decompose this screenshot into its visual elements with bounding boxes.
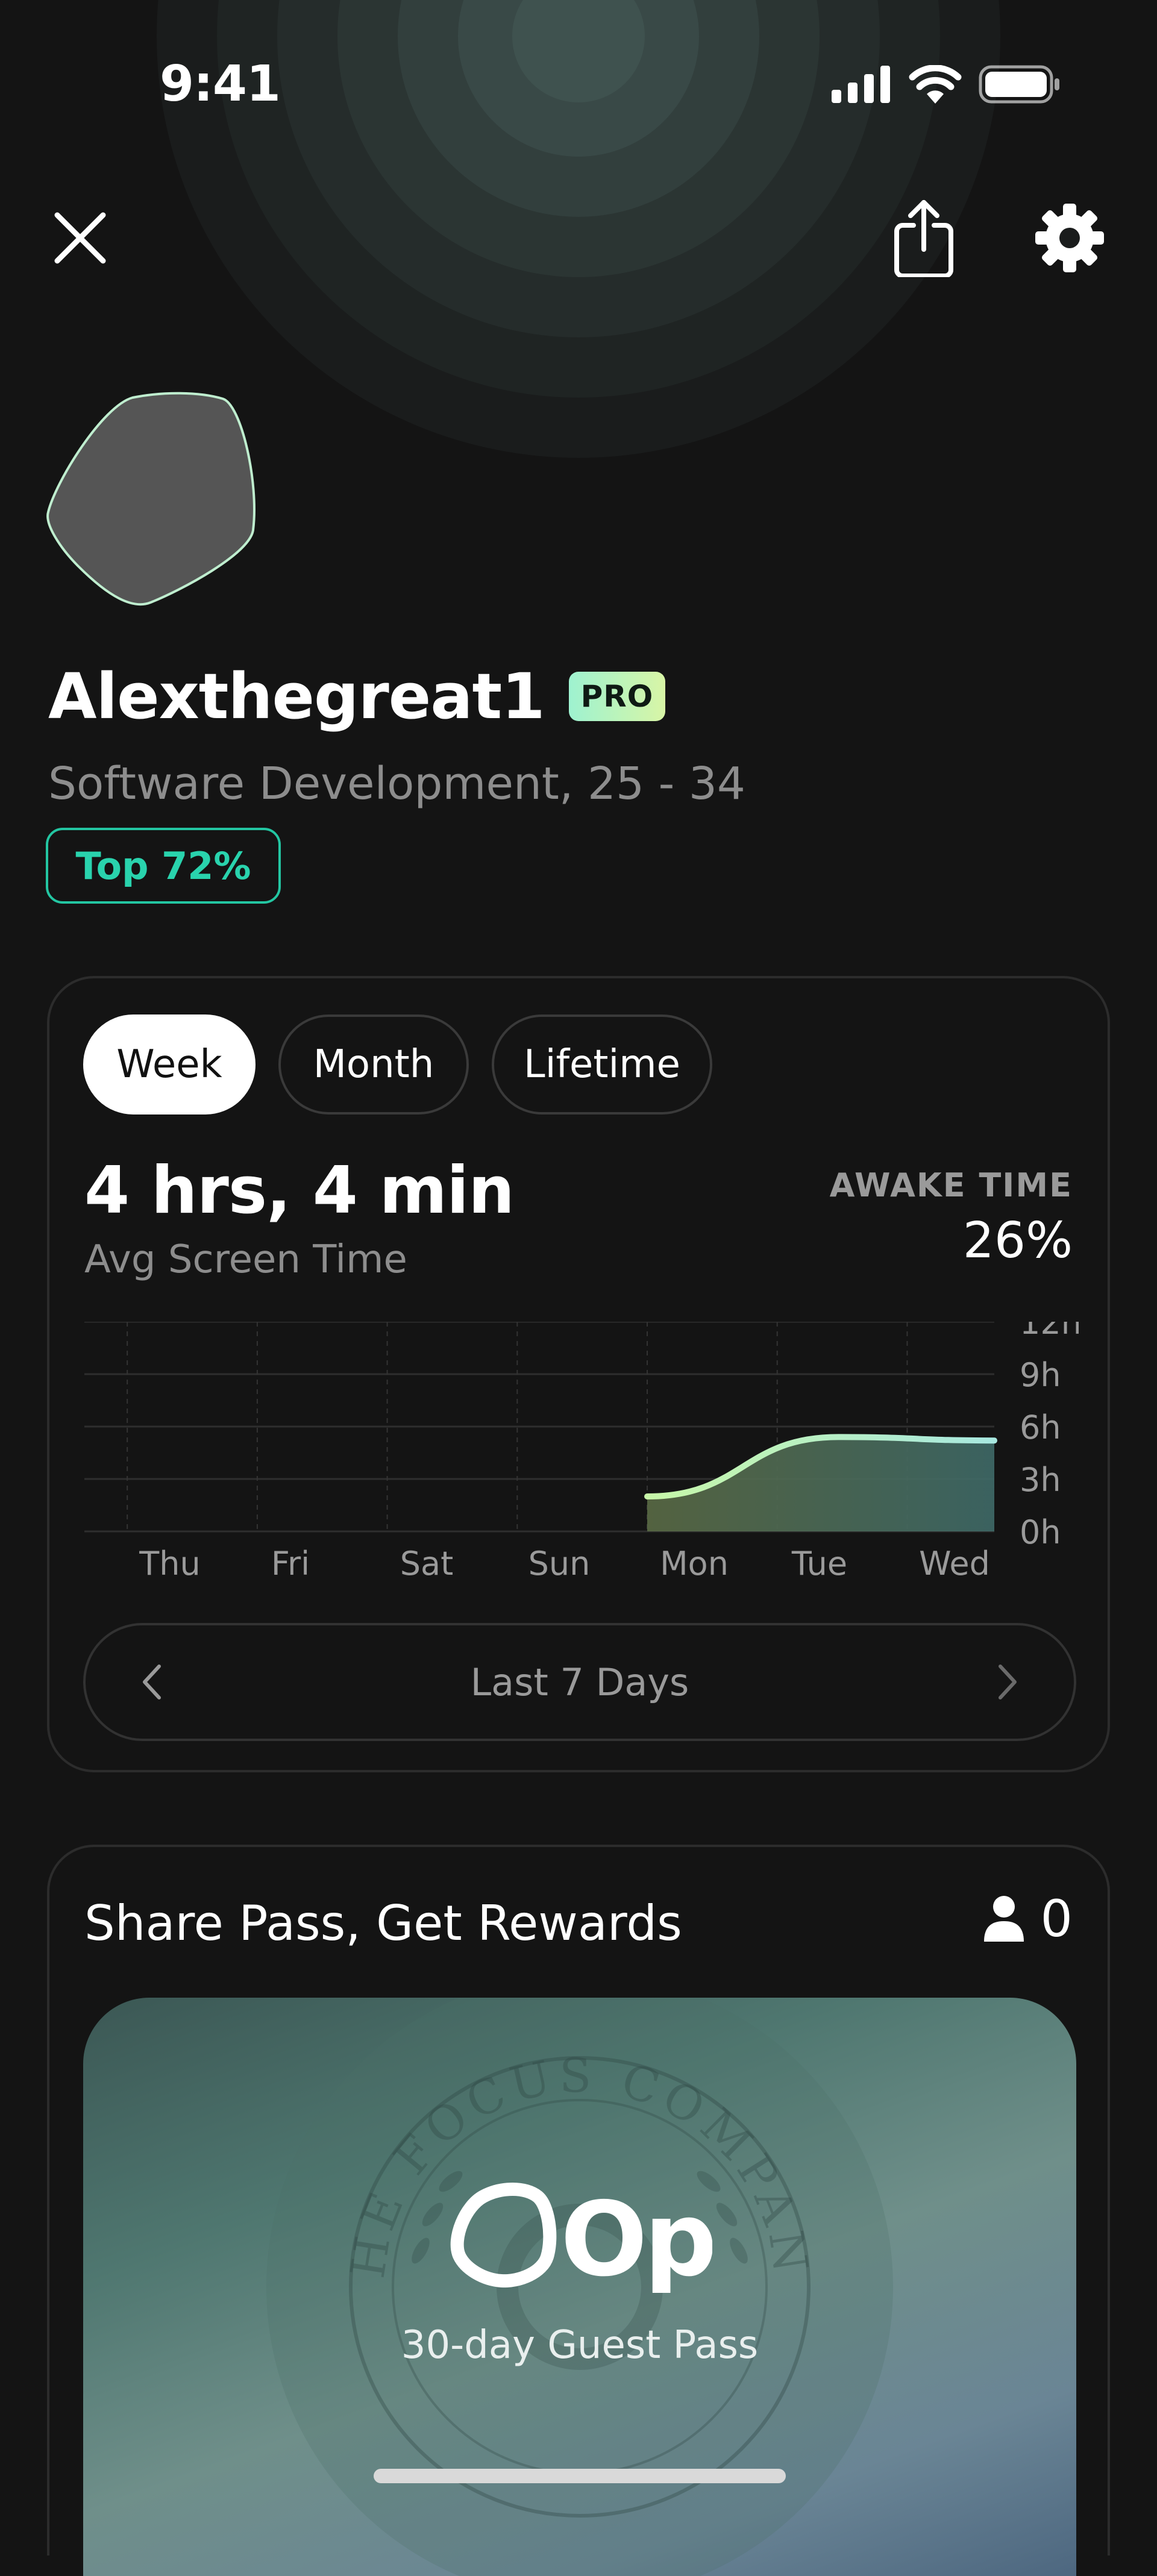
tab-week[interactable]: Week — [83, 1014, 256, 1114]
profile-subtitle: Software Development, 25 - 34 — [48, 758, 746, 810]
y-tick-label: 9h — [1020, 1356, 1061, 1394]
person-icon — [983, 1896, 1024, 1942]
share-button[interactable] — [885, 199, 963, 277]
avatar[interactable] — [42, 386, 265, 608]
referral-count[interactable]: 0 — [983, 1889, 1073, 1948]
x-tick-label: Tue — [791, 1545, 847, 1583]
guest-pass-card[interactable]: THE FOCUS COMPANY Opal 30-day Guest Pass — [83, 1998, 1076, 2576]
cellular-signal-icon — [832, 66, 890, 103]
x-tick-label: Sat — [400, 1545, 454, 1583]
rewards-title: Share Pass, Get Rewards — [84, 1895, 682, 1951]
y-tick-label: 3h — [1020, 1461, 1061, 1499]
tab-lifetime[interactable]: Lifetime — [492, 1014, 712, 1114]
referral-count-value: 0 — [1040, 1889, 1073, 1948]
screen-time-card: Week Month Lifetime 4 hrs, 4 min Avg Scr… — [47, 976, 1110, 1772]
gear-icon — [1035, 204, 1104, 272]
date-range-selector: Last 7 Days — [83, 1623, 1076, 1741]
date-range-label: Last 7 Days — [470, 1660, 689, 1704]
battery-icon — [979, 65, 1059, 104]
x-tick-label: Mon — [660, 1545, 729, 1583]
series-area — [647, 1437, 994, 1531]
chevron-right-icon[interactable] — [996, 1663, 1020, 1701]
opal-logo-text: Opal — [560, 2180, 712, 2293]
x-tick-label: Fri — [271, 1545, 310, 1583]
chevron-left-icon[interactable] — [140, 1663, 164, 1701]
awake-time-label: AWAKE TIME — [829, 1166, 1073, 1204]
tab-month[interactable]: Month — [278, 1014, 469, 1114]
wifi-icon — [909, 65, 962, 104]
rank-badge[interactable]: Top 72% — [46, 828, 281, 904]
close-button[interactable] — [41, 199, 119, 277]
x-tick-label: Thu — [139, 1545, 200, 1583]
opal-logo: Opal — [83, 2178, 1076, 2299]
status-icons — [832, 65, 1061, 104]
y-tick-label: 0h — [1020, 1513, 1061, 1551]
close-icon — [54, 212, 106, 264]
username-row: Alexthegreat1 PRO — [48, 660, 666, 733]
y-tick-label: 12h — [1020, 1322, 1079, 1342]
avg-screen-time-label: Avg Screen Time — [84, 1237, 407, 1282]
guest-pass-subtitle: 30-day Guest Pass — [401, 2323, 759, 2368]
rewards-card: Share Pass, Get Rewards 0 THE FOCUS COMP… — [47, 1845, 1110, 2576]
awake-time-value: 26% — [962, 1212, 1073, 1269]
share-icon — [894, 200, 953, 277]
x-tick-label: Wed — [919, 1545, 990, 1583]
x-tick-label: Sun — [528, 1545, 591, 1583]
pro-badge: PRO — [568, 672, 666, 721]
status-time: 9:41 — [160, 55, 281, 113]
home-indicator — [374, 2469, 786, 2483]
settings-button[interactable] — [1030, 199, 1109, 277]
y-tick-label: 6h — [1020, 1408, 1061, 1446]
avg-screen-time-value: 4 hrs, 4 min — [84, 1153, 515, 1228]
status-bar: 9:41 — [0, 0, 1157, 175]
screen-time-chart: 12h 9h 6h 3h 0h Thu Fri Sat Sun Mon Tue Wed — [84, 1322, 1079, 1583]
username: Alexthegreat1 — [48, 660, 545, 733]
